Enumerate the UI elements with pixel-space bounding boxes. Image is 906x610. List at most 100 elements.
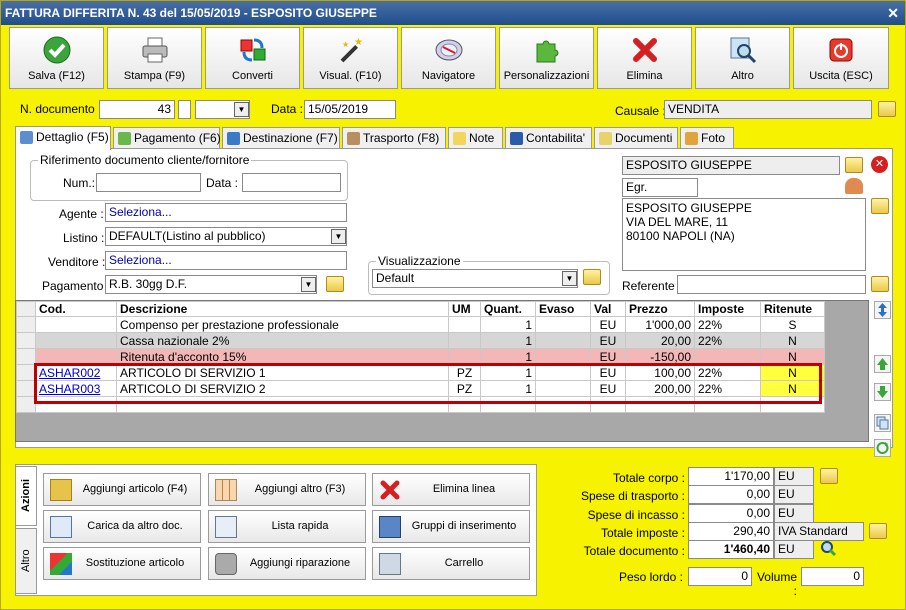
convert-button[interactable]: Converti bbox=[205, 27, 300, 89]
save-button[interactable]: Salva (F12) bbox=[9, 27, 104, 89]
print-button[interactable]: Stampa (F9) bbox=[107, 27, 202, 89]
truck-icon bbox=[347, 132, 360, 145]
table-row[interactable]: Cassa nazionale 2% 1 EU 20,00 22% N bbox=[16, 332, 825, 349]
ndoc-label: N. documento : bbox=[20, 102, 102, 116]
column-header[interactable]: Cod. bbox=[35, 301, 117, 317]
tab-pagamento[interactable]: Pagamento (F6) bbox=[113, 127, 221, 150]
chevron-down-icon[interactable]: ▼ bbox=[562, 271, 577, 286]
add-article-button[interactable]: Aggiungi articolo (F4) bbox=[43, 473, 201, 506]
column-header[interactable]: Quant. bbox=[480, 301, 536, 317]
table-row[interactable]: Compenso per prestazione professionale 1… bbox=[16, 316, 825, 333]
documents-icon bbox=[599, 132, 612, 145]
column-header[interactable]: Prezzo bbox=[625, 301, 695, 317]
visual-button[interactable]: ★ ★ Visual. (F10) bbox=[303, 27, 398, 89]
tab-azioni[interactable]: Azioni bbox=[15, 466, 37, 526]
printer-icon bbox=[142, 37, 167, 63]
rif-date-input[interactable] bbox=[242, 173, 341, 192]
column-header[interactable]: Evaso bbox=[535, 301, 591, 317]
magic-wand-icon: ★★ bbox=[340, 37, 363, 63]
date-input[interactable]: 15/05/2019 bbox=[304, 100, 396, 119]
chevron-down-icon[interactable]: ▼ bbox=[331, 229, 346, 244]
tab-trasporto[interactable]: Trasporto (F8) bbox=[342, 127, 446, 150]
cart-icon bbox=[379, 553, 401, 575]
tab-destinazione[interactable]: Destinazione (F7) bbox=[222, 127, 340, 150]
client-name-input[interactable]: ESPOSITO GIUSEPPE bbox=[622, 156, 840, 175]
column-header[interactable]: Val bbox=[590, 301, 626, 317]
referente-input[interactable] bbox=[677, 275, 866, 294]
column-header[interactable]: Ritenute bbox=[760, 301, 825, 317]
cart-button[interactable]: Carrello bbox=[372, 547, 530, 580]
total-body-label: Totale corpo : bbox=[612, 471, 685, 485]
move-up-icon[interactable] bbox=[874, 355, 891, 373]
visual-select[interactable]: Default bbox=[372, 269, 578, 288]
pagamento-label: Pagamento : bbox=[42, 279, 111, 293]
tab-note[interactable]: Note bbox=[448, 127, 503, 150]
folder-icon[interactable] bbox=[820, 468, 838, 484]
folder-icon[interactable] bbox=[871, 198, 889, 214]
load-from-doc-button[interactable]: Carica da altro doc. bbox=[43, 510, 201, 543]
replace-article-button[interactable]: Sostituzione articolo bbox=[43, 547, 201, 580]
column-header[interactable]: Descrizione bbox=[116, 301, 449, 317]
delete-button[interactable]: Elimina bbox=[597, 27, 692, 89]
rif-num-input[interactable] bbox=[96, 173, 201, 192]
column-header[interactable]: Imposte bbox=[694, 301, 761, 317]
client-title-input[interactable]: Egr. bbox=[622, 178, 698, 197]
chevron-down-icon[interactable]: ▼ bbox=[301, 277, 316, 292]
navigator-button[interactable]: Navigatore bbox=[401, 27, 496, 89]
highlight-box bbox=[34, 363, 822, 404]
grid-add-icon bbox=[215, 479, 237, 501]
taxes-type: IVA Standard bbox=[774, 522, 864, 541]
folder-icon[interactable] bbox=[583, 269, 601, 285]
column-header[interactable]: UM bbox=[448, 301, 481, 317]
row-selector-header bbox=[16, 301, 36, 317]
client-address[interactable]: ESPOSITO GIUSEPPE VIA DEL MARE, 11 80100… bbox=[622, 198, 866, 271]
close-icon[interactable]: ✕ bbox=[887, 1, 899, 25]
ndoc-input[interactable]: 43 bbox=[99, 100, 175, 119]
zoom-icon[interactable] bbox=[820, 540, 837, 557]
chevron-down-icon[interactable]: ▼ bbox=[234, 102, 249, 117]
transport-value[interactable]: 0,00 bbox=[688, 485, 774, 504]
quick-list-button[interactable]: Lista rapida bbox=[208, 510, 366, 543]
refresh-icon[interactable] bbox=[874, 439, 891, 457]
move-top-icon[interactable] bbox=[874, 301, 891, 319]
insert-groups-button[interactable]: Gruppi di inserimento bbox=[372, 510, 530, 543]
exit-button[interactable]: Uscita (ESC) bbox=[793, 27, 889, 89]
remove-client-icon[interactable]: ✕ bbox=[871, 156, 888, 173]
folder-icon[interactable] bbox=[869, 523, 887, 539]
tab-altro[interactable]: Altro bbox=[15, 528, 37, 594]
add-repair-button[interactable]: Aggiungi riparazione bbox=[208, 547, 366, 580]
money-icon bbox=[118, 132, 131, 145]
folder-icon[interactable] bbox=[871, 276, 889, 292]
folder-icon[interactable] bbox=[845, 157, 863, 173]
person-icon[interactable] bbox=[845, 178, 863, 194]
causale-input[interactable]: VENDITA bbox=[664, 100, 872, 119]
add-other-button[interactable]: Aggiungi altro (F3) bbox=[208, 473, 366, 506]
convert-icon bbox=[240, 38, 265, 62]
gross-weight-input[interactable]: 0 bbox=[688, 567, 752, 586]
tab-documenti[interactable]: Documenti bbox=[594, 127, 678, 150]
folder-icon[interactable] bbox=[878, 101, 896, 117]
folder-icon[interactable] bbox=[326, 276, 344, 292]
agente-input[interactable]: Seleziona... bbox=[105, 203, 347, 222]
volume-input[interactable]: 0 bbox=[801, 567, 864, 586]
listino-select[interactable]: DEFAULT(Listino al pubblico) bbox=[105, 227, 347, 246]
list-add-icon bbox=[215, 516, 237, 538]
svg-text:★: ★ bbox=[354, 37, 363, 48]
box-add-icon bbox=[50, 479, 72, 501]
collection-value[interactable]: 0,00 bbox=[688, 504, 774, 523]
red-x-icon bbox=[632, 38, 657, 62]
move-down-icon[interactable] bbox=[874, 383, 891, 401]
collection-label: Spese di incasso : bbox=[587, 508, 685, 522]
customize-button[interactable]: Personalizzazioni bbox=[499, 27, 594, 89]
pagamento-select[interactable]: R.B. 30gg D.F. bbox=[105, 275, 317, 294]
other-button[interactable]: Altro bbox=[695, 27, 790, 89]
ndoc-suffix-box[interactable] bbox=[178, 100, 191, 119]
tab-contabilita[interactable]: Contabilita' bbox=[505, 127, 592, 150]
listino-label: Listino : bbox=[63, 231, 105, 245]
venditore-input[interactable]: Seleziona... bbox=[105, 251, 347, 270]
tab-foto[interactable]: Foto bbox=[680, 127, 734, 150]
delete-line-button[interactable]: Elimina linea bbox=[372, 473, 530, 506]
copy-icon[interactable] bbox=[874, 414, 891, 432]
tab-dettaglio[interactable]: Dettaglio (F5) bbox=[15, 126, 111, 150]
globe-icon bbox=[227, 132, 240, 145]
